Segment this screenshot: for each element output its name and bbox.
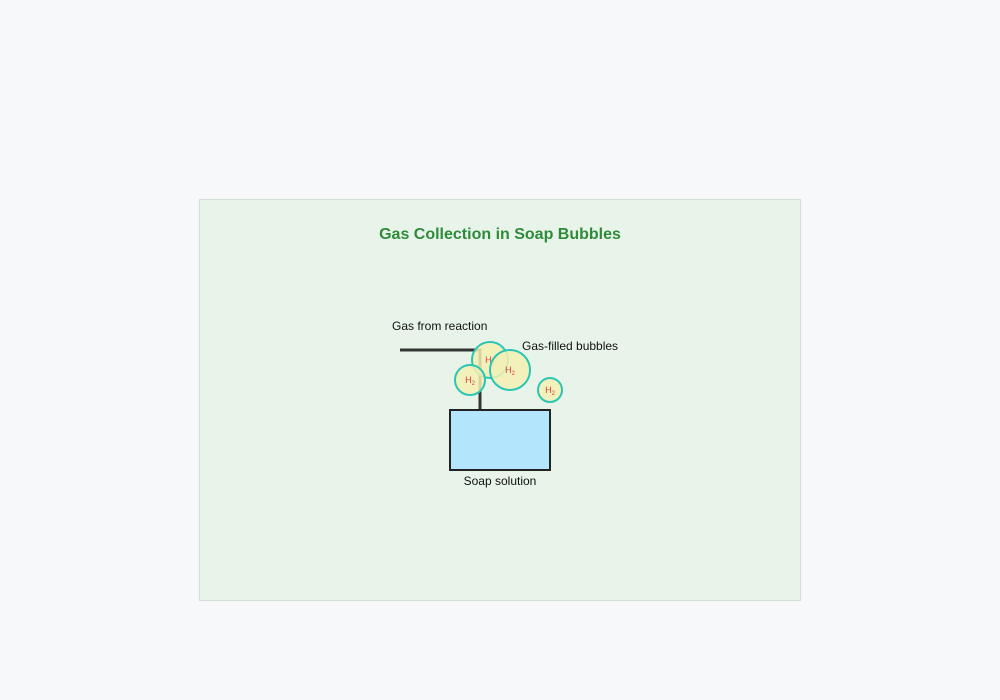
soap-solution-container [449,409,551,471]
diagram-canvas: H2 H2 H2 H2 Gas from reaction Gas-filled… [392,319,618,488]
bubble: H2 [454,364,486,396]
bubbles-label: Gas-filled bubbles [522,339,618,353]
bubble: H2 [489,349,531,391]
bubble: H2 [537,377,563,403]
solution-label: Soap solution [464,474,537,488]
gas-source-label: Gas from reaction [392,319,487,333]
